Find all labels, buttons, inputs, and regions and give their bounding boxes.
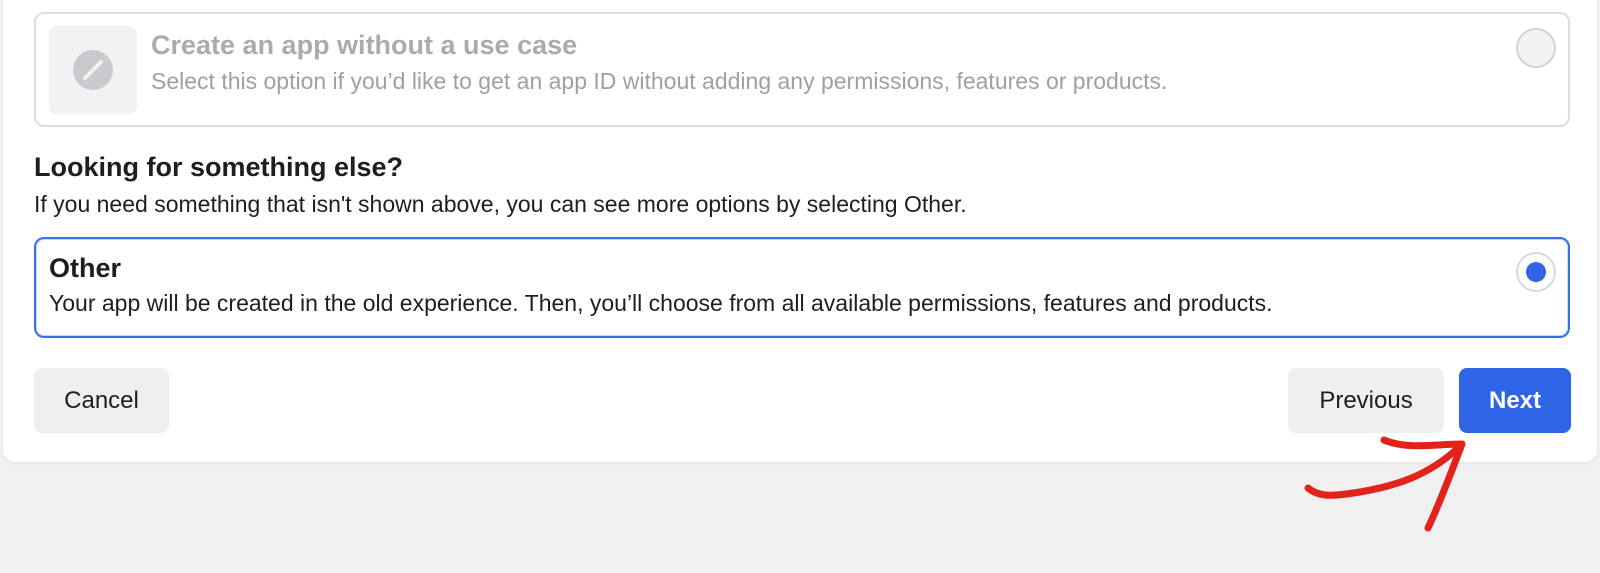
option-radio-other[interactable] (1516, 252, 1556, 292)
option-card-no-use-case[interactable]: Create an app without a use case Select … (34, 12, 1570, 127)
section-heading: Looking for something else? (34, 152, 404, 182)
radio-selected-dot (1526, 262, 1546, 282)
option-title: Create an app without a use case (151, 30, 578, 60)
previous-button[interactable]: Previous (1288, 368, 1444, 433)
option-radio-no-use-case[interactable] (1516, 28, 1556, 68)
option-icon-box (49, 26, 137, 114)
disabled-slash-icon (73, 50, 113, 90)
next-button[interactable]: Next (1459, 368, 1571, 433)
section-description: If you need something that isn't shown a… (34, 191, 967, 217)
option-card-other[interactable]: Other Your app will be created in the ol… (34, 237, 1570, 338)
option-description: Select this option if you’d like to get … (151, 68, 1168, 94)
dialog-panel: Create an app without a use case Select … (3, 0, 1597, 462)
cancel-button[interactable]: Cancel (34, 368, 169, 433)
annotation-arrow-icon (1304, 436, 1466, 532)
option-title: Other (49, 253, 122, 283)
option-description: Your app will be created in the old expe… (49, 290, 1273, 316)
